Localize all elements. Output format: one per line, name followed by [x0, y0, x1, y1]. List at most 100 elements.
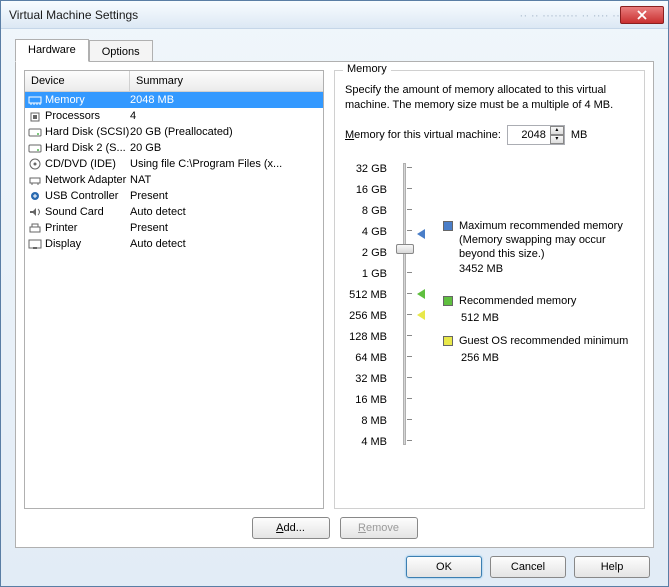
legend-rec-sub: 512 MB: [461, 312, 634, 324]
list-body: Memory2048 MBProcessors4Hard Disk (SCSI)…: [25, 92, 323, 508]
device-name: CD/DVD (IDE): [45, 158, 130, 170]
device-button-row: Add... Remove: [24, 517, 645, 539]
device-row[interactable]: PrinterPresent: [25, 220, 323, 236]
device-summary: Using file C:\Program Files (x...: [130, 158, 321, 170]
usb-icon: [27, 189, 43, 203]
column-header-device[interactable]: Device: [25, 71, 130, 91]
device-summary: Auto detect: [130, 206, 321, 218]
marker-max-icon: [417, 229, 425, 239]
device-summary: Auto detect: [130, 238, 321, 250]
tick-label: 1 GB: [345, 264, 387, 285]
remove-button[interactable]: Remove: [340, 517, 418, 539]
content: Hardware Options Device Summary Memory20…: [1, 29, 668, 586]
device-summary: Present: [130, 222, 321, 234]
device-summary: 20 GB: [130, 142, 321, 154]
device-name: Hard Disk (SCSI): [45, 126, 130, 138]
memory-description: Specify the amount of memory allocated t…: [345, 83, 634, 113]
marker-min-icon: [417, 310, 425, 320]
device-summary: 4: [130, 110, 321, 122]
memory-input[interactable]: [508, 126, 550, 144]
device-row[interactable]: Memory2048 MB: [25, 92, 323, 108]
tick-label: 128 MB: [345, 327, 387, 348]
slider-thumb[interactable]: [396, 244, 414, 254]
legend-max-sub2: 3452 MB: [459, 262, 634, 276]
tick-label: 16 GB: [345, 180, 387, 201]
printer-icon: [27, 221, 43, 235]
cpu-icon: [27, 109, 43, 123]
memory-spin-down[interactable]: ▾: [550, 135, 564, 144]
device-name: Display: [45, 238, 130, 250]
tab-panel-hardware: Device Summary Memory2048 MBProcessors4H…: [15, 61, 654, 548]
memory-unit: MB: [571, 129, 588, 141]
memory-slider-area: 32 GB16 GB8 GB4 GB2 GB1 GB512 MB256 MB12…: [345, 159, 634, 453]
tick-label: 512 MB: [345, 285, 387, 306]
legend-min-swatch: [443, 336, 453, 346]
device-list: Device Summary Memory2048 MBProcessors4H…: [24, 70, 324, 509]
memory-field-label: Memory for this virtual machine:: [345, 129, 501, 141]
legend-max-label: Maximum recommended memory: [459, 219, 634, 233]
tick-label: 4 GB: [345, 222, 387, 243]
memory-groupbox: Memory Specify the amount of memory allo…: [334, 70, 645, 509]
tick-label: 16 MB: [345, 390, 387, 411]
hdd-icon: [27, 141, 43, 155]
tick-label: 8 MB: [345, 411, 387, 432]
device-summary: NAT: [130, 174, 321, 186]
help-button[interactable]: Help: [574, 556, 650, 578]
device-row[interactable]: DisplayAuto detect: [25, 236, 323, 252]
hdd-icon: [27, 125, 43, 139]
device-row[interactable]: Hard Disk 2 (S...20 GB: [25, 140, 323, 156]
device-name: Processors: [45, 110, 130, 122]
titlebar[interactable]: Virtual Machine Settings ·· ·· ·········…: [1, 1, 668, 29]
close-button[interactable]: [620, 6, 664, 24]
legend-rec-label: Recommended memory: [459, 294, 576, 308]
memory-field-row: Memory for this virtual machine: ▴ ▾ MB: [345, 125, 634, 145]
list-header: Device Summary: [25, 71, 323, 92]
slider-tick-labels: 32 GB16 GB8 GB4 GB2 GB1 GB512 MB256 MB12…: [345, 159, 387, 453]
device-summary: 2048 MB: [130, 94, 321, 106]
display-icon: [27, 237, 43, 251]
ok-button[interactable]: OK: [406, 556, 482, 578]
tab-strip: Hardware Options: [15, 39, 654, 62]
titlebar-ghost: ·· ·· ········· ·· ···· ··: [519, 8, 620, 22]
device-row[interactable]: CD/DVD (IDE)Using file C:\Program Files …: [25, 156, 323, 172]
device-row[interactable]: Hard Disk (SCSI)20 GB (Preallocated): [25, 124, 323, 140]
device-name: Hard Disk 2 (S...: [45, 142, 130, 154]
device-summary: Present: [130, 190, 321, 202]
device-row[interactable]: USB ControllerPresent: [25, 188, 323, 204]
tick-label: 4 MB: [345, 432, 387, 453]
tick-label: 256 MB: [345, 306, 387, 327]
memory-spin-up[interactable]: ▴: [550, 126, 564, 135]
legend-max-sub1: (Memory swapping may occur beyond this s…: [459, 233, 634, 262]
memory-icon: [27, 93, 43, 107]
close-icon: [637, 10, 647, 20]
tab-options[interactable]: Options: [89, 40, 153, 62]
device-summary: 20 GB (Preallocated): [130, 126, 321, 138]
device-name: Printer: [45, 222, 130, 234]
device-row[interactable]: Network AdapterNAT: [25, 172, 323, 188]
legend-min-label: Guest OS recommended minimum: [459, 334, 628, 348]
cancel-button[interactable]: Cancel: [490, 556, 566, 578]
device-name: Sound Card: [45, 206, 130, 218]
memory-spinner: ▴ ▾: [507, 125, 565, 145]
tick-label: 64 MB: [345, 348, 387, 369]
tick-label: 32 GB: [345, 159, 387, 180]
window-title: Virtual Machine Settings: [9, 8, 513, 22]
column-header-summary[interactable]: Summary: [130, 71, 323, 91]
legend-min-sub: 256 MB: [461, 352, 634, 364]
memory-slider[interactable]: [393, 159, 415, 453]
slider-track: [403, 163, 406, 445]
add-button[interactable]: Add...: [252, 517, 330, 539]
settings-window: Virtual Machine Settings ·· ·· ·········…: [0, 0, 669, 587]
device-row[interactable]: Processors4: [25, 108, 323, 124]
memory-pane: Memory Specify the amount of memory allo…: [334, 70, 645, 509]
tick-label: 2 GB: [345, 243, 387, 264]
cd-icon: [27, 157, 43, 171]
memory-legend: Maximum recommended memory (Memory swapp…: [443, 159, 634, 375]
net-icon: [27, 173, 43, 187]
tab-hardware[interactable]: Hardware: [15, 39, 89, 62]
device-name: Network Adapter: [45, 174, 130, 186]
device-name: USB Controller: [45, 190, 130, 202]
tick-label: 32 MB: [345, 369, 387, 390]
tick-label: 8 GB: [345, 201, 387, 222]
device-row[interactable]: Sound CardAuto detect: [25, 204, 323, 220]
